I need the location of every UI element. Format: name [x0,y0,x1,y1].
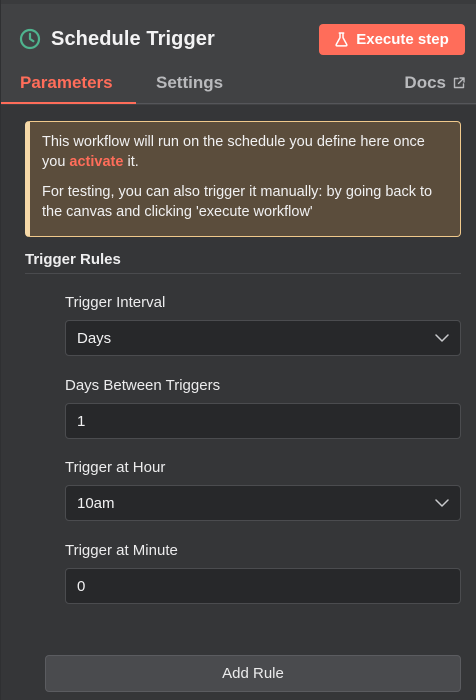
chevron-down-icon [435,334,449,342]
trigger-interval-select[interactable]: Days [65,320,461,356]
notice-text-1-end: it. [123,154,139,170]
clock-icon [19,28,41,50]
trigger-minute-value: 0 [77,577,86,595]
trigger-interval-value: Days [77,329,112,347]
days-between-value: 1 [77,412,86,430]
notice-paragraph-1: This workflow will run on the schedule y… [42,132,446,172]
trigger-rules-heading: Trigger Rules [25,251,121,268]
external-link-icon [453,77,465,89]
trigger-minute-label: Trigger at Minute [65,542,178,559]
section-divider [25,273,461,274]
execute-step-label: Execute step [356,31,449,48]
tab-bar: Parameters Settings Docs [1,66,476,104]
node-details-panel: Schedule Trigger Execute step Parameters… [0,0,476,700]
tab-parameters[interactable]: Parameters [20,73,113,93]
top-edge [1,0,476,4]
trigger-interval-label: Trigger Interval [65,294,166,311]
trigger-hour-value: 10am [77,494,115,512]
panel-header: Schedule Trigger Execute step Parameters… [1,0,476,104]
days-between-input[interactable]: 1 [65,403,461,439]
activate-link[interactable]: activate [69,154,123,170]
docs-label: Docs [404,73,446,92]
trigger-minute-input[interactable]: 0 [65,568,461,604]
activation-notice: This workflow will run on the schedule y… [25,121,461,237]
tab-docs[interactable]: Docs [404,73,465,93]
notice-paragraph-2: For testing, you can also trigger it man… [42,184,433,220]
title-row: Schedule Trigger [19,24,215,54]
trigger-hour-label: Trigger at Hour [65,459,166,476]
execute-step-button[interactable]: Execute step [319,24,465,55]
tab-settings[interactable]: Settings [156,73,223,93]
days-between-label: Days Between Triggers [65,377,221,394]
chevron-down-icon [435,499,449,507]
parameters-body: This workflow will run on the schedule y… [1,105,476,700]
node-title: Schedule Trigger [51,27,215,50]
active-tab-indicator [1,102,136,104]
add-rule-button[interactable]: Add Rule [45,655,461,692]
flask-icon [335,32,348,47]
trigger-hour-select[interactable]: 10am [65,485,461,521]
